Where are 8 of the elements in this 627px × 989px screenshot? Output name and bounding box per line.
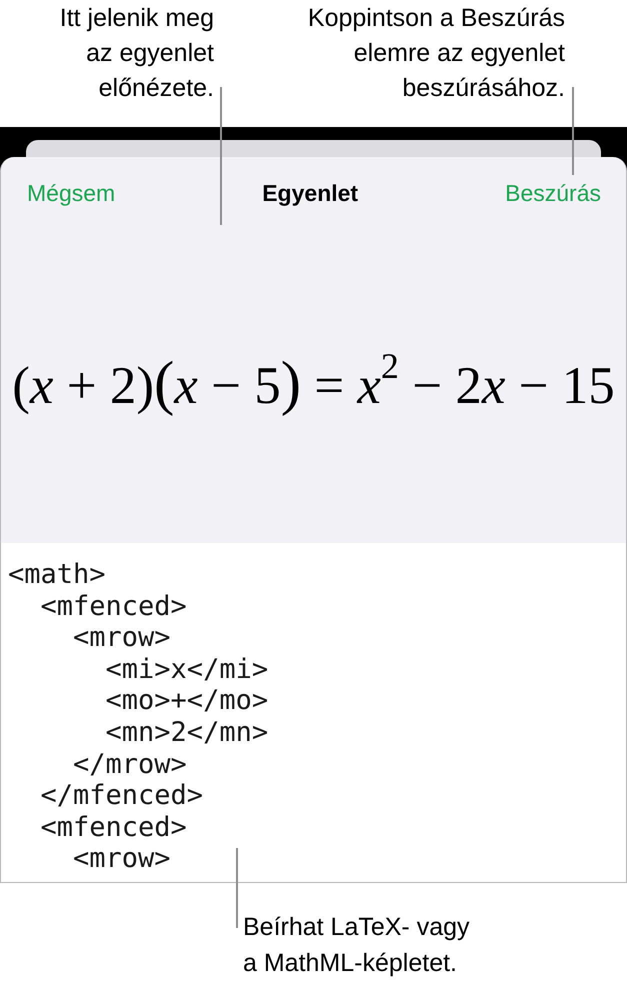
callout-text: Itt jelenik meg az egyenlet előnézete. [58, 3, 214, 104]
callout-text: Beírhat LaTeX- vagy a MathML-képletet. [243, 913, 470, 977]
code-editor-field[interactable]: <math> <mfenced> <mrow> <mi>x</mi> <mo>+</mo> <mn>2</mn> </mrow> </mfenced> <mfenced> <mrow> [1, 543, 626, 883]
insert-button[interactable]: Beszúrás [505, 180, 601, 206]
cancel-button[interactable]: Mégsem [27, 180, 116, 206]
equation-preview: (x + 2)(x − 5) = x$^{2}$ − 2x − 15 [12, 352, 615, 419]
callout-text: Koppintson a Beszúrás elemre az egyenlet beszúrásához. [306, 3, 565, 104]
sheet-title: Egyenlet [262, 180, 358, 206]
